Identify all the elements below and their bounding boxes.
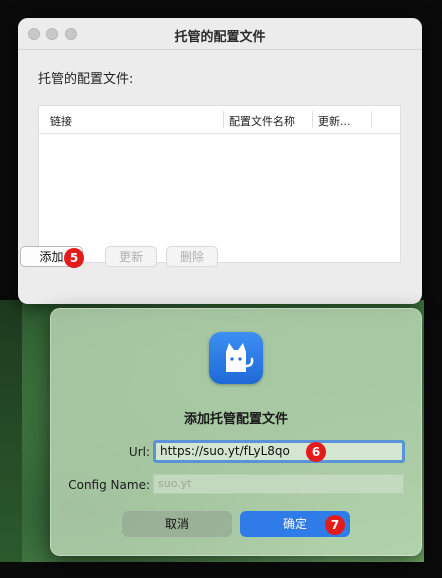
dialog-title: 添加托管配置文件 (183, 412, 288, 427)
column-updated[interactable]: 更新... (318, 113, 351, 129)
table-header: 链接 配置文件名称 更新... (39, 106, 400, 134)
column-config-name[interactable]: 配置文件名称 (229, 113, 295, 129)
config-name-input[interactable]: suo.yt (153, 474, 404, 494)
cat-app-icon (209, 332, 263, 384)
title-bar: 托管的配置文件 (18, 18, 422, 50)
step-badge-7: 7 (325, 515, 345, 535)
update-button[interactable]: 更新 (105, 246, 157, 267)
config-table[interactable]: 链接 配置文件名称 更新... (38, 105, 401, 263)
cancel-button[interactable]: 取消 (122, 511, 232, 537)
step-badge-6: 6 (306, 442, 326, 462)
column-divider (223, 111, 224, 128)
config-name-label: Config Name: (68, 478, 150, 492)
delete-button[interactable]: 删除 (166, 246, 218, 267)
section-label: 托管的配置文件: (38, 72, 134, 87)
url-label: Url: (128, 445, 150, 459)
url-input[interactable]: https://suo.yt/fLyL8qo (153, 440, 405, 463)
column-divider (371, 111, 372, 128)
column-divider (312, 111, 313, 128)
desktop-background-edge (0, 300, 22, 562)
column-link[interactable]: 链接 (50, 113, 72, 129)
window-title: 托管的配置文件 (174, 30, 266, 45)
cat-icon (226, 343, 254, 372)
step-badge-5: 5 (64, 248, 84, 268)
